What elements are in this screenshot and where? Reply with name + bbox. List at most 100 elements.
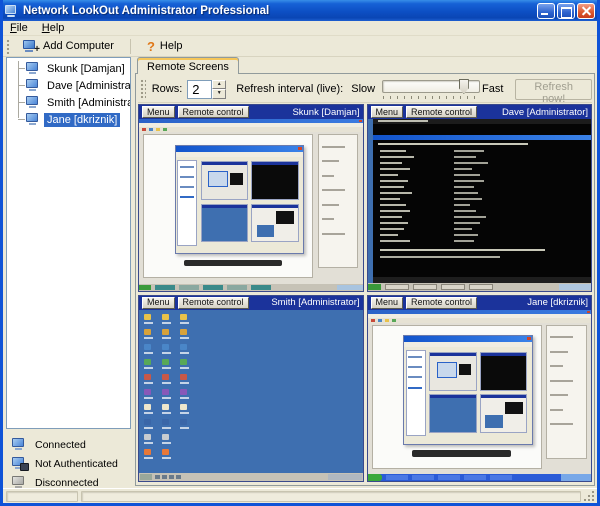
resize-grip[interactable] [584, 491, 594, 501]
computer-item[interactable]: Dave [Administrator] [7, 77, 130, 94]
legend-item: Not Authenticated [6, 454, 131, 473]
panel-remote-control-button[interactable]: Remote control [178, 297, 249, 309]
thumb-tray [328, 474, 362, 480]
thumb-task-segment [438, 475, 460, 480]
panel-menu-button[interactable]: Menu [142, 106, 175, 118]
computer-label: Jane [dkriznik] [44, 113, 120, 127]
thumb-quicklaunch-icon [162, 475, 167, 479]
computer-icon [26, 79, 41, 92]
toolbar-separator [130, 39, 131, 54]
thumb-start-button [139, 285, 151, 290]
controls-bar: Rows: 2 ▲ ▼ Refresh interval (live): Slo… [138, 76, 592, 103]
remote-screen-thumbnail[interactable] [368, 119, 592, 291]
add-computer-button[interactable]: + Add Computer [15, 37, 122, 56]
thumb-app-toolbar [139, 127, 363, 132]
console-line [454, 222, 480, 224]
console-line [380, 240, 410, 242]
thumb-nested-window [175, 145, 305, 255]
console-line [454, 174, 480, 176]
thumb-nested-toolbar [176, 152, 304, 157]
thumb-toolbar-dot [156, 128, 160, 131]
thumb-nested-toolbar [404, 342, 532, 347]
remote-screen-thumbnail[interactable] [368, 310, 592, 482]
computer-item[interactable]: Smith [Administrator] [7, 94, 130, 111]
mini-window-dark [276, 211, 294, 224]
thumb-tree-line [408, 387, 422, 389]
rows-spin-down-icon[interactable]: ▼ [212, 89, 226, 99]
computer-item[interactable]: Jane [dkriznik] [7, 111, 130, 128]
mini-screen-header [430, 353, 475, 356]
panel-remote-control-button[interactable]: Remote control [178, 106, 249, 118]
rows-spin-up-icon[interactable]: ▲ [212, 80, 226, 90]
mini-screen [429, 394, 476, 433]
refresh-now-button[interactable]: Refresh now! [515, 79, 592, 100]
desktop-icon-label [162, 457, 171, 459]
computer-label: Dave [Administrator] [44, 79, 131, 93]
console-line [380, 156, 414, 158]
computer-item[interactable]: Skunk [Damjan] [7, 60, 130, 77]
rows-spin-buttons: ▲ ▼ [212, 80, 226, 99]
help-button[interactable]: ? Help [139, 37, 191, 56]
thumb-toolbar-dot [378, 319, 382, 322]
minimize-button[interactable] [537, 3, 555, 19]
thumb-tray [337, 285, 363, 290]
thumb-tree-line [408, 376, 422, 378]
desktop-icon-label [144, 322, 153, 324]
thumb-right-panel [318, 134, 358, 268]
desktop-icon-label [180, 352, 189, 354]
desktop-icon [180, 404, 187, 410]
add-computer-label: Add Computer [43, 40, 114, 52]
refresh-interval-slider[interactable] [382, 77, 475, 101]
desktop-icon-label [162, 382, 171, 384]
panel-remote-control-button[interactable]: Remote control [406, 297, 477, 309]
close-button[interactable] [577, 3, 595, 19]
thumb-nested-sidebar [177, 160, 197, 246]
thumb-nested-window [403, 335, 533, 445]
thumb-desktop-strip [368, 119, 373, 291]
thumb-tree-line [408, 356, 422, 358]
desktop-icon-label [144, 382, 153, 384]
desktop-icon [180, 329, 187, 335]
desktop-icon [162, 419, 169, 425]
controls-grip[interactable] [140, 79, 146, 100]
fast-label: Fast [482, 83, 503, 95]
thumb-nested-sidebar [406, 350, 426, 436]
thumb-task-segment [490, 475, 512, 480]
maximize-button[interactable] [557, 3, 575, 19]
title-bar[interactable]: Network LookOut Administrator Profession… [0, 0, 600, 21]
desktop-icon-label [180, 382, 189, 384]
panel-menu-button[interactable]: Menu [371, 106, 404, 118]
console-line [380, 162, 402, 164]
status-bar [3, 488, 597, 503]
thumb-panel-line [550, 394, 568, 396]
menu-help[interactable]: Help [35, 22, 72, 34]
computer-label: Smith [Administrator] [44, 96, 131, 110]
desktop-icon-label [144, 337, 153, 339]
panel-remote-control-button[interactable]: Remote control [406, 106, 477, 118]
slider-ticks [383, 96, 479, 99]
remote-screen-thumbnail[interactable] [139, 310, 363, 482]
computer-icon [26, 96, 41, 109]
panel-menu-button[interactable]: Menu [371, 297, 404, 309]
thumb-taskbar [368, 283, 592, 291]
panel-menu-button[interactable]: Menu [142, 297, 175, 309]
toolbar-grip[interactable] [6, 39, 10, 54]
desktop-icon [162, 329, 169, 335]
desktop-icon [144, 389, 151, 395]
thumb-panel-line [550, 380, 573, 382]
desktop-icon-label [180, 412, 189, 414]
tab-remote-screens[interactable]: Remote Screens [137, 57, 239, 74]
desktop-icon [144, 344, 151, 350]
rows-spinner[interactable]: 2 ▲ ▼ [187, 80, 226, 99]
legend-label: Not Authenticated [35, 458, 118, 470]
remote-screen-header: Menu Remote control Skunk [Damjan] [139, 105, 363, 119]
remote-screen-thumbnail[interactable] [139, 119, 363, 291]
menu-file[interactable]: File [3, 22, 35, 34]
app-window: Network LookOut Administrator Profession… [0, 0, 600, 506]
mini-screen [251, 204, 298, 243]
refresh-interval-label: Refresh interval (live): [236, 83, 343, 95]
thumb-panel-line [550, 423, 573, 425]
desktop-icon [180, 314, 187, 320]
thumb-panel-line [322, 175, 334, 177]
console-line [380, 198, 400, 200]
